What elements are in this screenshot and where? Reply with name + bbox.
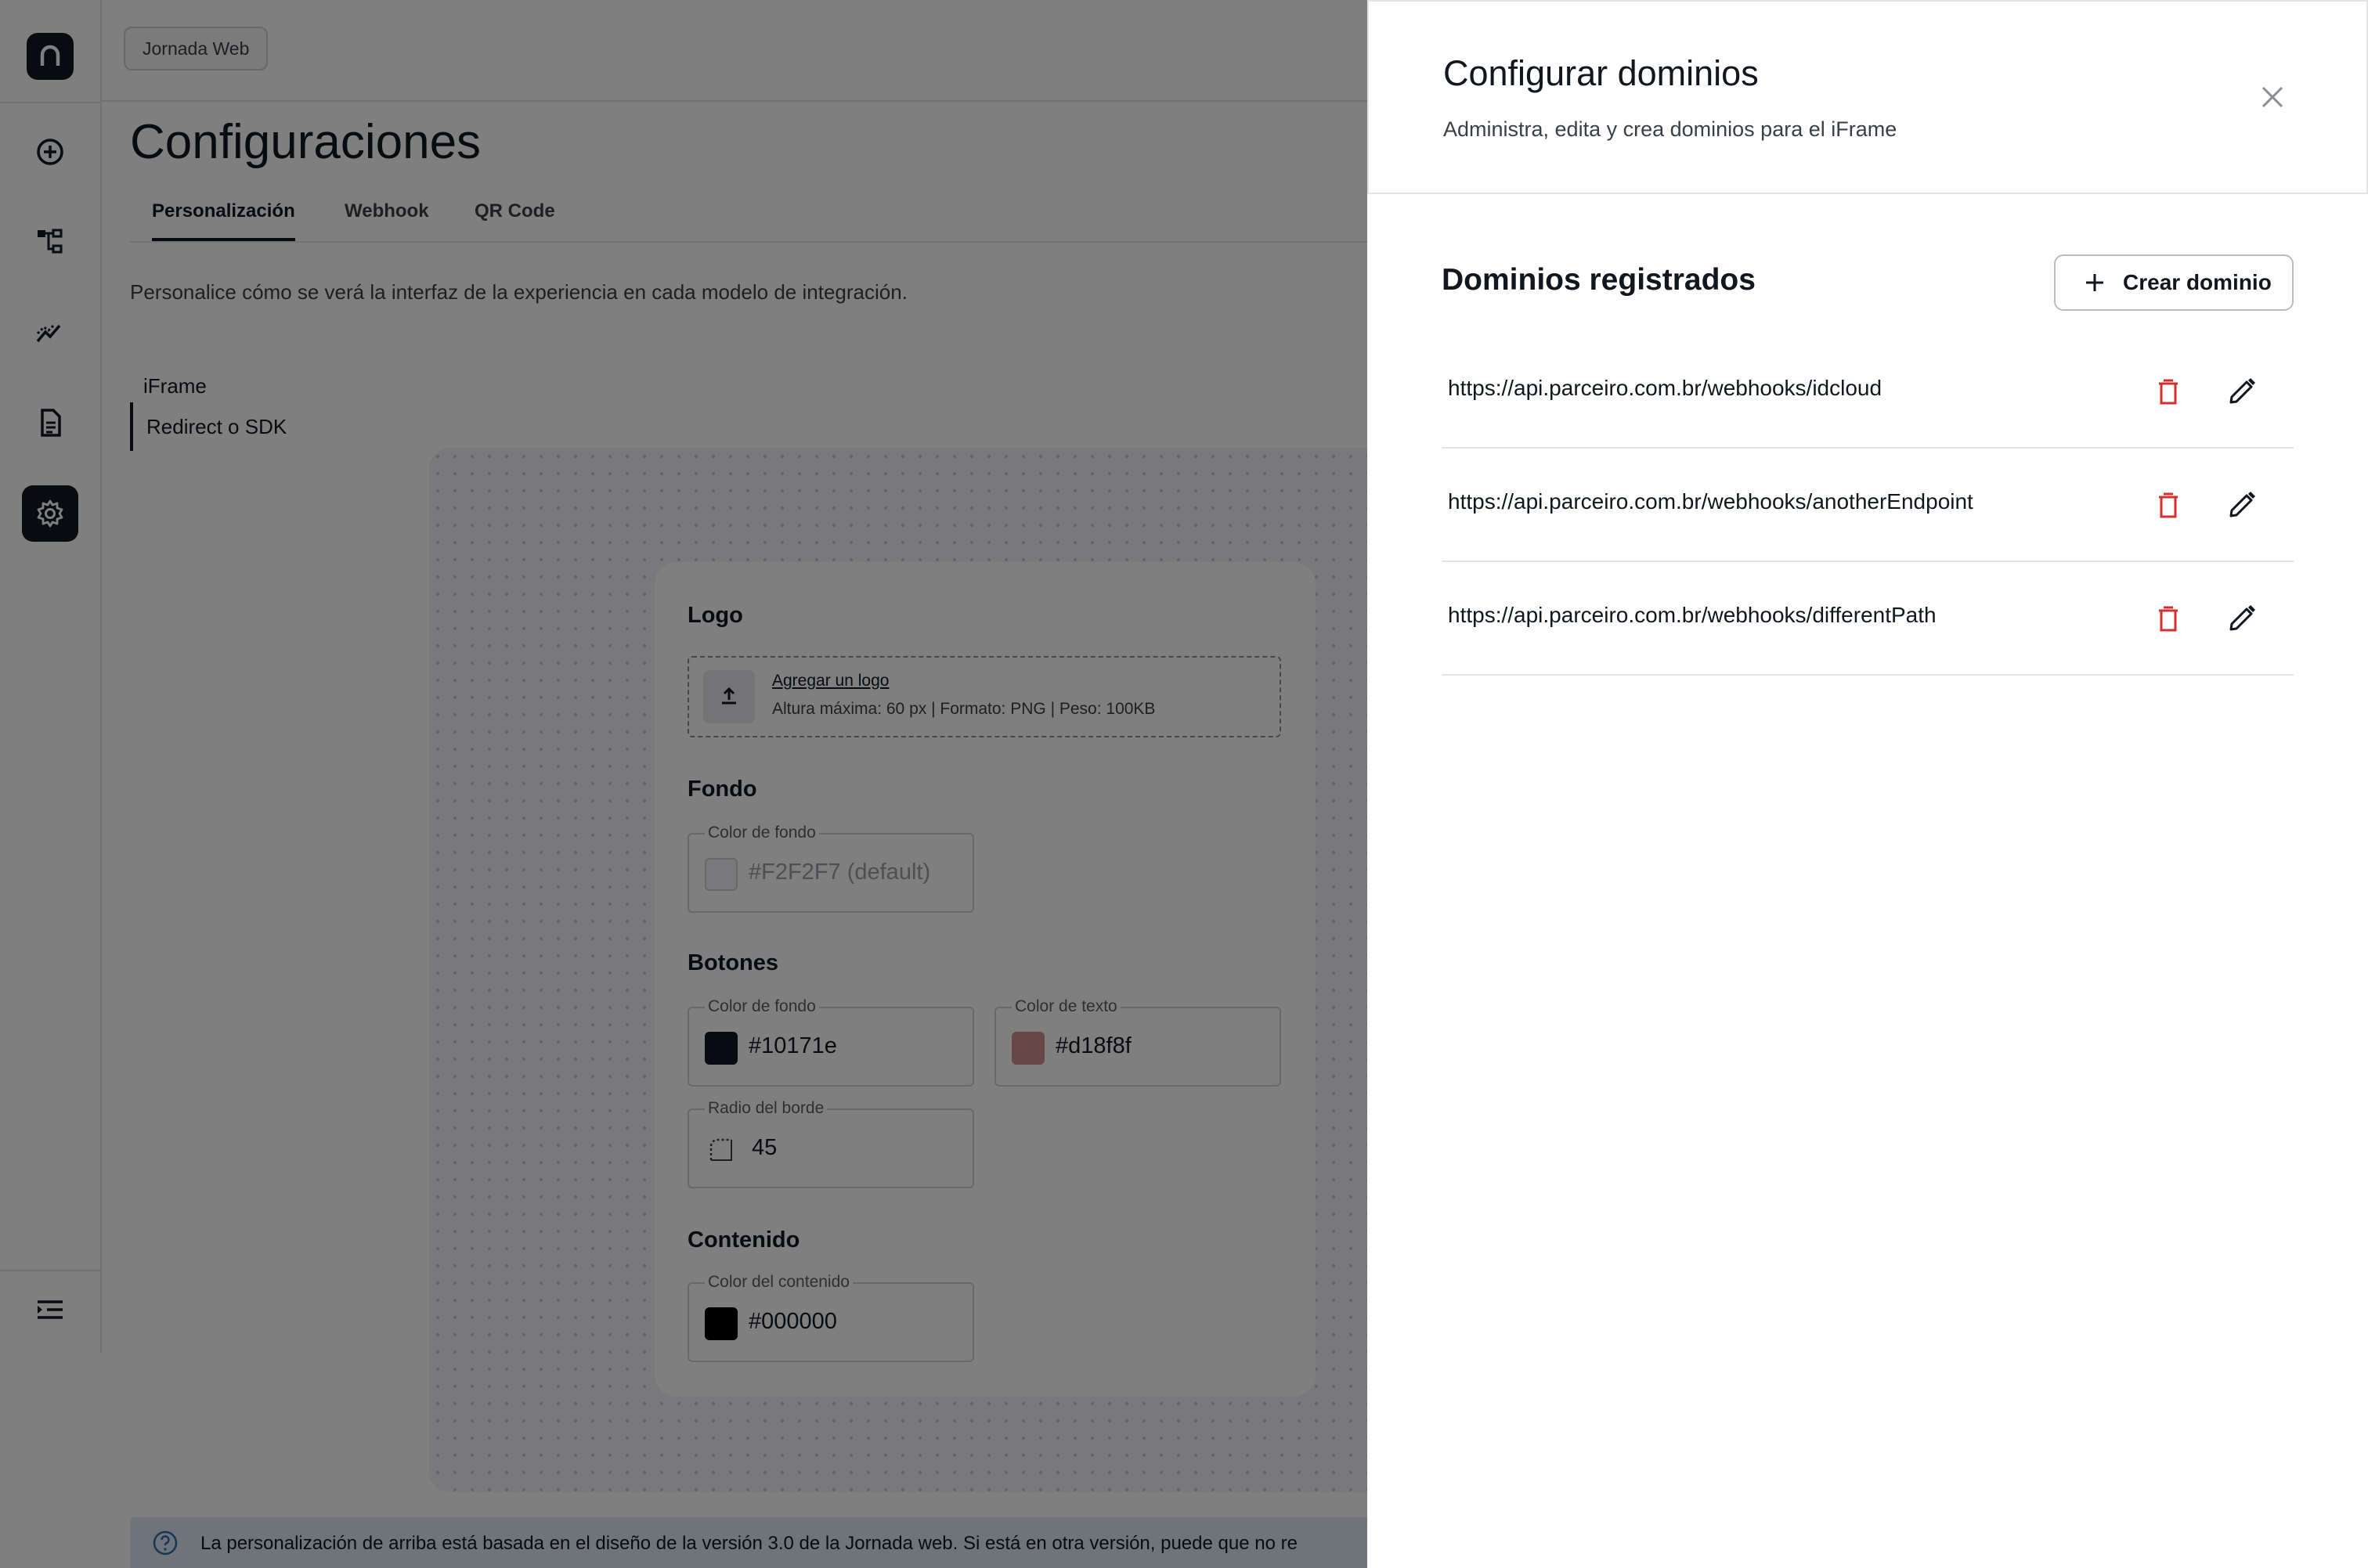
drawer-title: Configurar dominios — [1443, 53, 1759, 93]
domain-url: https://api.parceiro.com.br/webhooks/idc… — [1448, 376, 1882, 400]
trash-icon — [2159, 379, 2178, 405]
pencil-icon — [2229, 492, 2255, 517]
create-domain-label: Crear dominio — [2123, 270, 2272, 294]
domain-url: https://api.parceiro.com.br/webhooks/dif… — [1448, 603, 1937, 627]
domain-url: https://api.parceiro.com.br/webhooks/ano… — [1448, 489, 1973, 514]
domain-row: https://api.parceiro.com.br/webhooks/idc… — [1442, 335, 2294, 449]
close-icon — [2262, 86, 2283, 108]
delete-domain-button[interactable] — [2146, 483, 2190, 527]
edit-domain-button[interactable] — [2220, 369, 2264, 413]
domains-list-title: Dominios registrados — [1442, 263, 1756, 297]
edit-domain-button[interactable] — [2220, 597, 2264, 640]
drawer-header: Configurar dominios Administra, edita y … — [1367, 0, 2368, 194]
pencil-icon — [2229, 605, 2255, 631]
create-domain-button[interactable]: Crear dominio — [2054, 254, 2294, 311]
delete-domain-button[interactable] — [2146, 369, 2190, 413]
pencil-icon — [2229, 378, 2255, 404]
plus-icon — [2086, 274, 2103, 291]
close-button[interactable] — [2254, 78, 2291, 116]
modal-backdrop[interactable] — [0, 0, 1367, 1568]
delete-domain-button[interactable] — [2146, 597, 2190, 640]
domains-drawer: Configurar dominios Administra, edita y … — [1367, 0, 2368, 1568]
domain-row: https://api.parceiro.com.br/webhooks/ano… — [1442, 449, 2294, 562]
drawer-subtitle: Administra, edita y crea dominios para e… — [1443, 117, 1897, 141]
edit-domain-button[interactable] — [2220, 483, 2264, 527]
trash-icon — [2159, 606, 2178, 632]
trash-icon — [2159, 492, 2178, 518]
domain-row: https://api.parceiro.com.br/webhooks/dif… — [1442, 562, 2294, 676]
